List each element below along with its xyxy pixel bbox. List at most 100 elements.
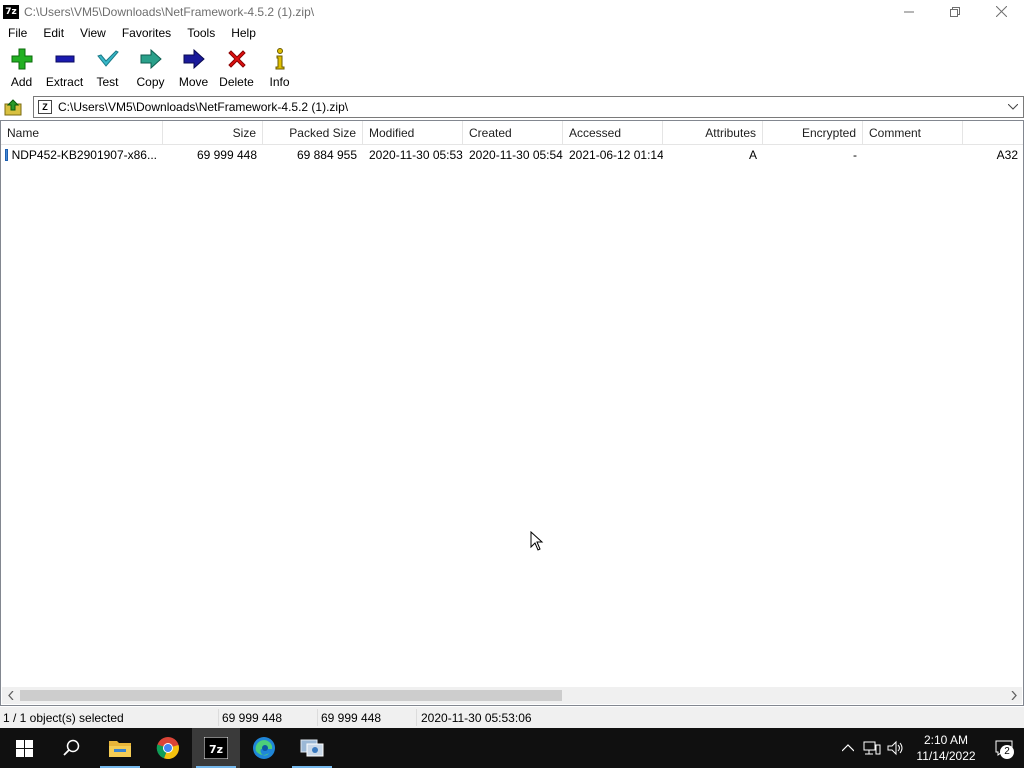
status-packed: 69 999 448 xyxy=(321,710,382,725)
test-label: Test xyxy=(96,75,119,89)
scroll-left-button[interactable] xyxy=(2,687,19,704)
scrollbar-thumb[interactable] xyxy=(20,690,562,701)
taskbar: 7z 2:10 AM 11/14/2022 2 xyxy=(0,728,1024,768)
address-bar[interactable]: Z C:\Users\VM5\Downloads\NetFramework-4.… xyxy=(33,96,1024,118)
network-tray-button[interactable] xyxy=(860,728,884,768)
menu-help[interactable]: Help xyxy=(223,26,264,40)
column-modified[interactable]: Modified xyxy=(363,121,463,145)
mouse-cursor-icon xyxy=(530,531,544,551)
move-label: Move xyxy=(178,75,209,89)
executable-file-icon xyxy=(5,149,11,161)
chevron-down-icon xyxy=(1008,104,1018,110)
address-row: Z C:\Users\VM5\Downloads\NetFramework-4.… xyxy=(0,96,1024,118)
search-button[interactable] xyxy=(48,728,96,768)
status-selection: 1 / 1 object(s) selected xyxy=(3,710,124,725)
volume-icon xyxy=(887,740,903,756)
file-name-cell: NDP452-KB2901907-x86... xyxy=(1,145,163,165)
taskbar-7zip[interactable]: 7z xyxy=(192,728,240,768)
taskbar-chrome[interactable] xyxy=(144,728,192,768)
menu-tools[interactable]: Tools xyxy=(179,26,223,40)
copy-button[interactable]: Copy xyxy=(129,44,172,94)
table-row[interactable]: NDP452-KB2901907-x86... 69 999 448 69 88… xyxy=(1,145,1023,165)
show-hidden-icons-button[interactable] xyxy=(836,728,860,768)
search-icon xyxy=(63,739,80,756)
plus-icon xyxy=(10,47,34,71)
file-list[interactable]: Name Size Packed Size Modified Created A… xyxy=(0,120,1024,706)
column-attributes[interactable]: Attributes xyxy=(663,121,763,145)
restore-button[interactable] xyxy=(932,0,978,23)
delete-label: Delete xyxy=(219,75,254,89)
extract-label: Extract xyxy=(45,75,84,89)
delete-x-icon xyxy=(225,47,249,71)
info-button[interactable]: Info xyxy=(258,44,301,94)
column-encrypted[interactable]: Encrypted xyxy=(763,121,863,145)
action-center-button[interactable]: 2 xyxy=(984,728,1024,768)
horizontal-scrollbar[interactable] xyxy=(2,687,1022,704)
file-explorer-icon xyxy=(109,741,131,757)
column-header: Name Size Packed Size Modified Created A… xyxy=(1,121,1023,145)
minimize-button[interactable] xyxy=(886,0,932,23)
volume-tray-button[interactable] xyxy=(884,728,908,768)
created-cell: 2020-11-30 05:54 xyxy=(469,148,563,162)
test-button[interactable]: Test xyxy=(86,44,129,94)
chevron-right-icon xyxy=(1011,691,1017,700)
column-created[interactable]: Created xyxy=(463,121,563,145)
column-accessed[interactable]: Accessed xyxy=(563,121,663,145)
move-arrow-icon xyxy=(182,47,206,71)
menu-favorites[interactable]: Favorites xyxy=(114,26,179,40)
comment-cell xyxy=(863,145,963,165)
status-size: 69 999 448 xyxy=(222,710,283,725)
address-dropdown-button[interactable] xyxy=(1006,100,1020,114)
file-name: NDP452-KB2901907-x86... xyxy=(11,148,157,162)
overflow-cell: A32 xyxy=(996,148,1018,162)
column-name[interactable]: Name xyxy=(1,121,163,145)
delete-button[interactable]: Delete xyxy=(215,44,258,94)
extract-button[interactable]: Extract xyxy=(43,44,86,94)
edge-icon xyxy=(253,737,275,759)
attributes-cell: A xyxy=(748,148,757,162)
address-path: C:\Users\VM5\Downloads\NetFramework-4.5.… xyxy=(58,100,349,114)
7zip-icon: 7z xyxy=(204,737,228,759)
system-tray: 2:10 AM 11/14/2022 2 xyxy=(836,728,1024,768)
archive-icon: Z xyxy=(38,100,52,114)
info-label: Info xyxy=(269,75,290,89)
close-button[interactable] xyxy=(978,0,1024,23)
taskbar-clock[interactable]: 2:10 AM 11/14/2022 xyxy=(908,732,984,764)
notification-count-badge: 2 xyxy=(1000,745,1014,759)
info-icon xyxy=(268,47,292,71)
size-cell: 69 999 448 xyxy=(196,148,257,162)
packed-size-cell: 69 884 955 xyxy=(296,148,357,162)
taskbar-file-explorer[interactable] xyxy=(96,728,144,768)
windows-start-icon xyxy=(15,739,33,757)
menu-edit[interactable]: Edit xyxy=(35,26,72,40)
menu-file[interactable]: File xyxy=(0,26,35,40)
chrome-icon xyxy=(156,737,179,760)
add-button[interactable]: Add xyxy=(0,44,43,94)
check-icon xyxy=(96,47,120,71)
svg-text:7z: 7z xyxy=(209,743,223,756)
restore-icon xyxy=(950,6,960,17)
window-title: C:\Users\VM5\Downloads\NetFramework-4.5.… xyxy=(24,4,315,19)
status-bar: 1 / 1 object(s) selected 69 999 448 69 9… xyxy=(0,707,1024,728)
column-packed-size[interactable]: Packed Size xyxy=(263,121,363,145)
column-comment[interactable]: Comment xyxy=(863,121,963,145)
column-size[interactable]: Size xyxy=(163,121,263,145)
status-date: 2020-11-30 05:53:06 xyxy=(421,710,532,725)
move-button[interactable]: Move xyxy=(172,44,215,94)
add-label: Add xyxy=(10,75,33,89)
modified-cell: 2020-11-30 05:53 xyxy=(369,148,463,162)
start-button[interactable] xyxy=(0,728,48,768)
taskbar-edge[interactable] xyxy=(240,728,288,768)
chevron-left-icon xyxy=(7,691,13,700)
folder-up-button[interactable] xyxy=(3,98,23,117)
column-extra xyxy=(963,121,1023,145)
menu-bar: File Edit View Favorites Tools Help xyxy=(0,23,1024,43)
taskbar-network-app[interactable] xyxy=(288,728,336,768)
menu-view[interactable]: View xyxy=(72,26,114,40)
network-app-icon xyxy=(300,739,324,757)
clock-date: 11/14/2022 xyxy=(916,749,976,763)
network-icon xyxy=(863,741,881,755)
minimize-icon xyxy=(904,11,914,12)
scroll-right-button[interactable] xyxy=(1005,687,1022,704)
chevron-up-icon xyxy=(842,744,854,752)
